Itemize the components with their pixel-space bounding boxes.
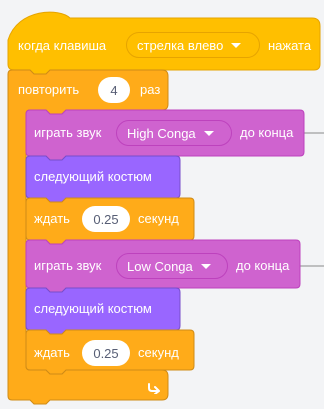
key-dropdown[interactable]: стрелка влево: [126, 32, 260, 58]
sound-dropdown-value: Low Conga: [127, 258, 193, 274]
repeat-prefix-label: повторить: [18, 82, 80, 97]
key-dropdown-value: стрелка влево: [137, 37, 224, 53]
repeat-suffix-label: раз: [140, 82, 161, 97]
wait-prefix-label: ждать: [34, 211, 70, 226]
rotate-arrow-icon: [148, 383, 160, 394]
next-costume-label: следующий костюм: [34, 169, 152, 184]
sound-dropdown[interactable]: Low Conga: [116, 253, 228, 279]
caret-down-icon: [200, 263, 211, 269]
next-costume-label: следующий костюм: [34, 301, 152, 316]
caret-down-icon: [231, 42, 242, 48]
until-done-label: до конца: [236, 258, 290, 273]
hat-prefix-label: когда клавиша: [18, 38, 107, 53]
wait-prefix-label: ждать: [34, 345, 70, 360]
play-sound-label: играть звук: [34, 258, 102, 273]
sound-dropdown-value: High Conga: [127, 125, 196, 141]
wait-suffix-label: секунд: [138, 345, 179, 360]
hat-suffix-label: нажата: [268, 38, 312, 53]
sound-dropdown[interactable]: High Conga: [116, 120, 232, 146]
wait-seconds-input[interactable]: 0.25: [82, 340, 130, 366]
wait-suffix-label: секунд: [138, 211, 179, 226]
caret-down-icon: [203, 130, 214, 136]
wait-seconds-input[interactable]: 0.25: [82, 206, 130, 232]
until-done-label: до конца: [240, 125, 294, 140]
repeat-count-input[interactable]: 4: [98, 77, 130, 103]
play-sound-label: играть звук: [34, 125, 102, 140]
